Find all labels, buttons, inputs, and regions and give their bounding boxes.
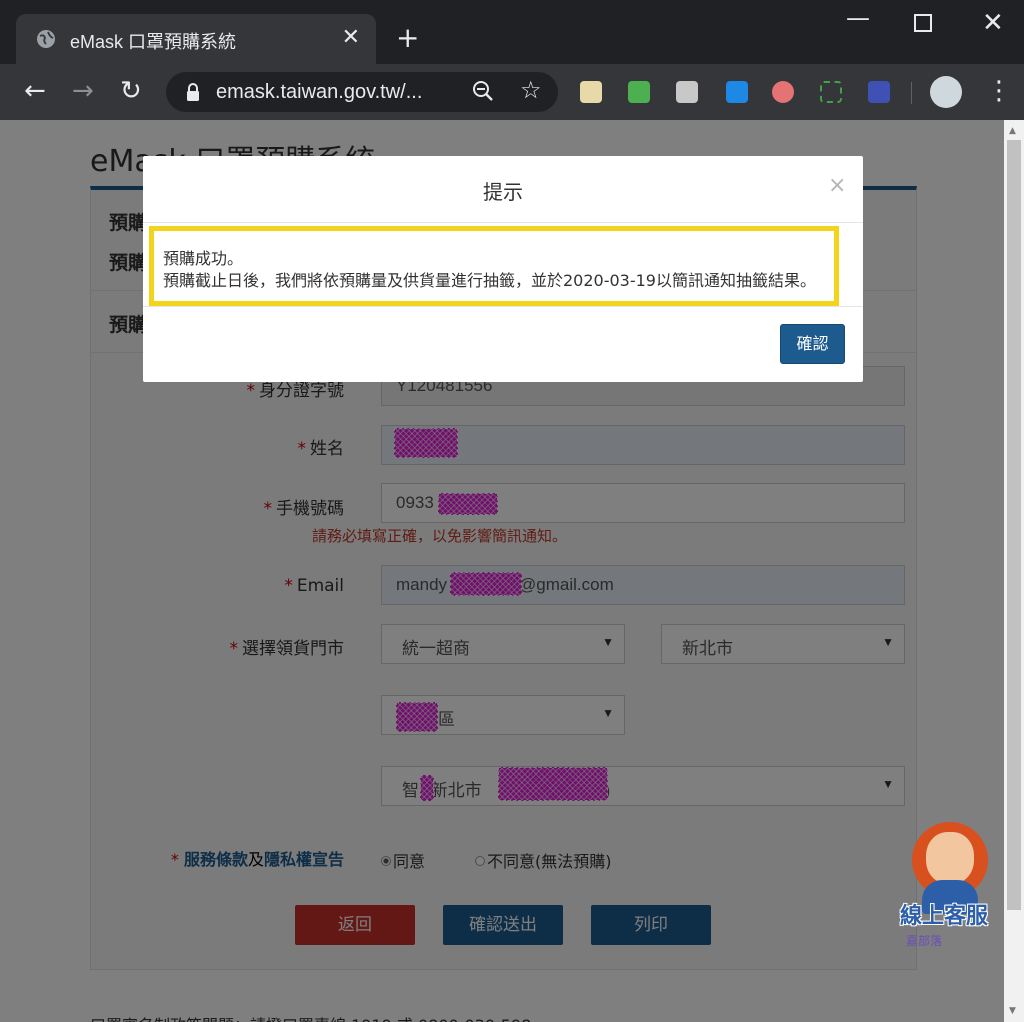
arrow-share-extension-icon[interactable] — [726, 81, 748, 103]
toolbar-separator — [911, 82, 912, 104]
notes-extension-icon[interactable] — [580, 81, 602, 103]
dialog-title: 提示 — [483, 180, 523, 204]
briefcase-extension-icon[interactable] — [676, 81, 698, 103]
tab-title: eMask 口罩預購系統 — [70, 32, 237, 52]
bookmark-star-icon[interactable]: ☆ — [520, 76, 542, 104]
scroll-up-icon[interactable]: ▲ — [1009, 126, 1016, 136]
dialog-message-line-1: 預購成功。 — [163, 249, 244, 268]
mail-check-extension-icon[interactable] — [628, 81, 650, 103]
browser-toolbar: ← → ↻ emask.taiwan.gov.tw/... ☆ ⋮ — [0, 64, 1024, 120]
browser-menu-icon[interactable]: ⋮ — [986, 76, 1012, 106]
address-bar[interactable]: emask.taiwan.gov.tw/... ☆ — [166, 72, 558, 112]
new-tab-button[interactable]: + — [396, 24, 419, 52]
profile-avatar[interactable] — [930, 76, 962, 108]
dialog-close-icon[interactable]: × — [828, 173, 846, 198]
scroll-thumb[interactable] — [1007, 140, 1021, 910]
watermark-text: 嘉部落 — [906, 934, 943, 948]
divider — [143, 306, 863, 307]
screenshot-extension-icon[interactable] — [820, 81, 842, 103]
highlight-box — [149, 226, 839, 306]
dialog-message-line-2: 預購截止日後，我們將依預購量及供貨量進行抽籤，並於2020-03-19以簡訊通知… — [163, 271, 816, 290]
window-minimize-button[interactable]: — — [846, 4, 870, 32]
window-maximize-button[interactable] — [914, 14, 932, 32]
alert-dialog: 提示 × 預購成功。 預購截止日後，我們將依預購量及供貨量進行抽籤，並於2020… — [143, 156, 863, 382]
browser-tab[interactable]: eMask 口罩預購系統 ✕ — [16, 14, 376, 64]
web-page: eMask 口罩預購系統 預購 預購 預購 *身分證字號 Y120481556 … — [0, 120, 1024, 1022]
zoom-icon[interactable] — [472, 80, 494, 102]
divider — [143, 222, 863, 223]
url-text[interactable]: emask.taiwan.gov.tw/... — [216, 81, 422, 104]
scroll-down-icon[interactable]: ▼ — [1009, 1006, 1016, 1016]
eyes-extension-icon[interactable] — [772, 81, 794, 103]
globe-icon — [37, 30, 55, 48]
dialog-ok-button[interactable]: 確認 — [780, 324, 845, 364]
reload-button[interactable]: ↻ — [120, 76, 142, 106]
tab-close-icon[interactable]: ✕ — [342, 26, 360, 50]
agent-face — [926, 832, 974, 884]
customer-service-label: 線上客服 — [900, 904, 989, 929]
search-extension-icon[interactable] — [868, 81, 890, 103]
customer-service-badge[interactable]: 線上客服 嘉部落 — [900, 820, 1000, 960]
window-close-button[interactable]: ✕ — [982, 8, 1004, 38]
page-scrollbar[interactable]: ▲ ▼ — [1004, 120, 1024, 1022]
forward-button[interactable]: → — [72, 76, 94, 106]
browser-tab-strip: eMask 口罩預購系統 ✕ + — ✕ — [0, 0, 1024, 64]
lock-icon — [187, 83, 199, 101]
back-button[interactable]: ← — [24, 76, 46, 106]
